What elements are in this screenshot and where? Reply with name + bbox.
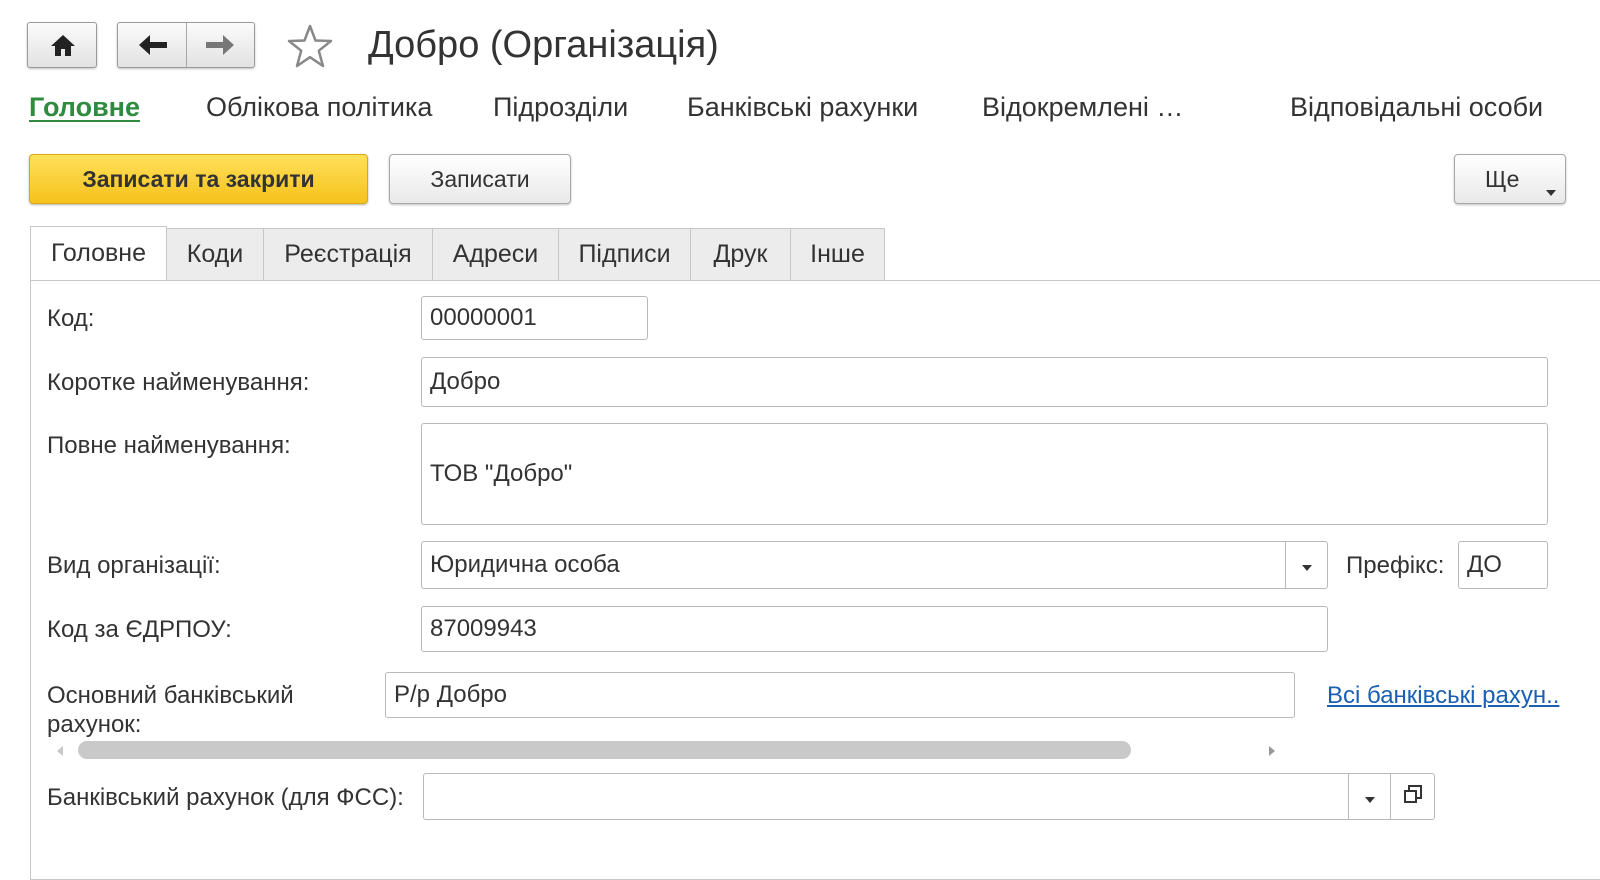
code-field[interactable]: 00000001 xyxy=(421,296,648,340)
section-responsible-persons[interactable]: Відповідальні особи xyxy=(1290,92,1543,123)
code-label: Код: xyxy=(47,305,95,332)
org-type-value: Юридична особа xyxy=(430,551,620,578)
main-bank-label-line2: рахунок: xyxy=(47,711,142,738)
full-name-field[interactable]: ТОВ "Добро" xyxy=(421,423,1548,525)
scrollbar-thumb[interactable] xyxy=(78,741,1131,759)
edrpou-label: Код за ЄДРПОУ: xyxy=(47,616,232,643)
full-name-label: Повне найменування: xyxy=(47,432,291,459)
history-buttons xyxy=(117,22,255,68)
horizontal-scrollbar[interactable] xyxy=(55,740,1285,760)
edrpou-field[interactable]: 87009943 xyxy=(421,606,1328,652)
main-bank-label-line1: Основний банківський xyxy=(47,682,294,709)
back-button[interactable] xyxy=(118,23,187,67)
tab-other[interactable]: Інше xyxy=(790,228,885,280)
save-button[interactable]: Записати xyxy=(389,154,571,204)
fss-bank-label: Банківський рахунок (для ФСС): xyxy=(47,784,404,811)
prefix-field[interactable]: ДО xyxy=(1458,541,1548,589)
open-form-icon xyxy=(1403,783,1423,811)
chevron-down-icon xyxy=(1545,176,1557,203)
more-label: Ще xyxy=(1485,165,1520,192)
section-separate-units[interactable]: Відокремлені … xyxy=(982,92,1183,123)
org-type-select[interactable]: Юридична особа xyxy=(421,541,1328,589)
fss-bank-open-button[interactable] xyxy=(1390,774,1434,819)
fss-bank-select[interactable] xyxy=(423,773,1435,820)
fss-bank-dropdown-button[interactable] xyxy=(1348,774,1390,819)
tab-main[interactable]: Головне xyxy=(30,226,167,280)
star-icon[interactable] xyxy=(287,24,333,73)
tab-codes[interactable]: Коди xyxy=(166,228,264,280)
home-button[interactable] xyxy=(27,22,97,68)
scroll-left-icon[interactable] xyxy=(55,744,65,762)
tab-print[interactable]: Друк xyxy=(690,228,791,280)
chevron-down-icon xyxy=(1301,551,1313,579)
arrow-left-icon xyxy=(138,34,168,56)
section-accounting-policy[interactable]: Облікова політика xyxy=(206,92,432,123)
scroll-right-icon[interactable] xyxy=(1267,744,1277,762)
short-name-field[interactable]: Добро xyxy=(421,357,1548,407)
prefix-label: Префікс: xyxy=(1346,552,1445,579)
more-button[interactable]: Ще xyxy=(1454,154,1566,204)
org-type-label: Вид організації: xyxy=(47,552,221,579)
arrow-right-icon xyxy=(205,34,235,56)
save-and-close-button[interactable]: Записати та закрити xyxy=(29,154,368,204)
section-bank-accounts[interactable]: Банківські рахунки xyxy=(687,92,918,123)
org-type-dropdown-button[interactable] xyxy=(1285,542,1327,588)
main-bank-field[interactable]: Р/р Добро xyxy=(385,672,1295,718)
tab-signatures[interactable]: Підписи xyxy=(558,228,691,280)
all-bank-accounts-link[interactable]: Всі банківські рахун.. xyxy=(1327,682,1559,710)
section-departments[interactable]: Підрозділи xyxy=(493,92,628,123)
tab-registration[interactable]: Реєстрація xyxy=(263,228,433,280)
page-title: Добро (Організація) xyxy=(368,24,719,66)
section-main[interactable]: Головне xyxy=(29,92,140,123)
home-icon xyxy=(50,33,76,57)
tab-addresses[interactable]: Адреси xyxy=(432,228,559,280)
short-name-label: Коротке найменування: xyxy=(47,369,310,396)
forward-button[interactable] xyxy=(187,23,255,67)
chevron-down-icon xyxy=(1364,783,1376,811)
